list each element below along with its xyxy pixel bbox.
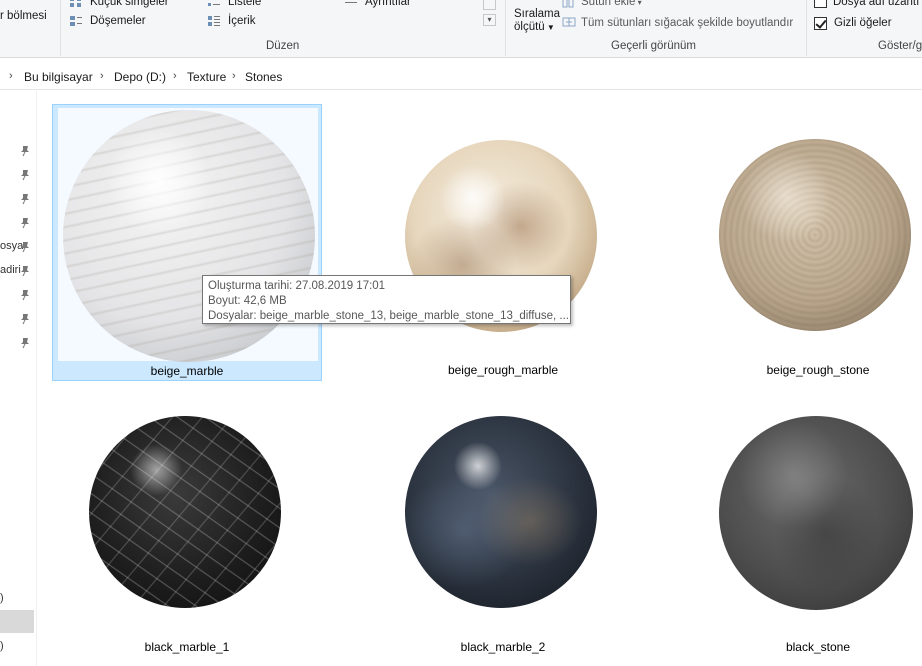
small-icons-option[interactable]: Küçük simgeler — [90, 0, 169, 8]
ribbon-separator — [505, 0, 506, 56]
tiles-icon — [70, 16, 82, 26]
hidden-items-checkbox[interactable] — [814, 17, 827, 30]
file-name: beige_rough_marble — [447, 363, 559, 377]
breadcrumb-drive[interactable]: Depo (D:) — [114, 70, 166, 84]
ribbon-separator — [60, 0, 61, 56]
small-icons-icon — [70, 0, 81, 7]
navigation-pane-button[interactable]: r bölmesi — [0, 10, 47, 22]
chevron-right-icon: › — [9, 70, 13, 82]
show-hide-group-label: Göster/gi — [878, 40, 922, 52]
file-tile-black-stone[interactable]: black_stone — [683, 381, 922, 658]
file-tile-black-marble-2[interactable]: black_marble_2 — [368, 381, 638, 658]
beige-marble-thumbnail — [63, 110, 315, 362]
file-name: black_stone — [785, 640, 851, 654]
add-columns-icon — [562, 0, 574, 8]
file-tile-black-marble-1[interactable]: black_marble_1 — [52, 381, 322, 658]
sort-by-button[interactable]: Sıralama — [514, 8, 560, 20]
beige-rough-stone-thumbnail — [719, 139, 911, 331]
details-icon — [345, 2, 357, 3]
hidden-items-label: Gizli öğeler — [834, 17, 892, 29]
pin-icon — [21, 338, 29, 349]
chevron-down-icon: ▾ — [635, 0, 642, 7]
file-tile-beige-rough-marble[interactable]: beige_rough_marble — [368, 104, 638, 381]
pin-icon — [21, 218, 29, 229]
ribbon: r bölmesi Küçük simgeler Döşemeler Liste… — [0, 0, 922, 58]
chevron-down-icon: ▼ — [544, 23, 555, 32]
pin-icon — [21, 170, 29, 181]
address-bar[interactable]: › Bu bilgisayar › Depo (D:) › Texture › … — [0, 64, 922, 90]
tooltip-created-date: Oluşturma tarihi: 27.08.2019 17:01 — [208, 280, 386, 292]
file-name: black_marble_2 — [460, 640, 546, 654]
pin-icon — [21, 242, 29, 253]
sort-by-label: ölçütü — [514, 21, 545, 33]
black-marble-2-thumbnail — [405, 416, 597, 608]
add-columns-label: Sütun ekle — [581, 0, 636, 8]
file-info-tooltip: Oluşturma tarihi: 27.08.2019 17:01 Boyut… — [202, 275, 571, 324]
content-icon — [208, 16, 220, 26]
breadcrumb-stones[interactable]: Stones — [245, 70, 282, 84]
file-tile-beige-marble[interactable]: beige_marble — [52, 104, 322, 381]
nav-item-label[interactable]: ) — [0, 592, 4, 604]
pin-icon — [21, 266, 29, 277]
file-name: beige_rough_stone — [766, 363, 870, 377]
tooltip-size: Boyut: 42,6 MB — [208, 295, 287, 307]
fit-columns-icon — [562, 17, 576, 27]
details-option[interactable]: Ayrıntılar — [365, 0, 411, 8]
content-option[interactable]: İçerik — [228, 15, 255, 27]
pin-icon — [21, 146, 29, 157]
layout-group-label: Düzen — [266, 40, 300, 52]
nav-item-label[interactable]: ) — [0, 640, 4, 652]
fit-columns-button[interactable]: Tüm sütunları sığacak şekilde boyutlandı… — [581, 17, 793, 29]
black-stone-thumbnail — [719, 416, 913, 610]
file-tile-beige-rough-stone[interactable]: beige_rough_stone — [683, 104, 922, 381]
tiles-option[interactable]: Döşemeler — [90, 15, 146, 27]
pin-icon — [21, 194, 29, 205]
breadcrumb-texture[interactable]: Texture — [187, 70, 226, 84]
current-view-group-label: Geçerli görünüm — [611, 40, 697, 52]
chevron-right-icon: › — [173, 70, 177, 82]
pin-icon — [21, 314, 29, 325]
layout-more-button[interactable]: ▾ — [483, 14, 496, 26]
list-option[interactable]: Listele — [228, 0, 261, 8]
chevron-right-icon: › — [232, 70, 236, 82]
list-icon — [208, 3, 220, 6]
ribbon-separator — [806, 0, 807, 56]
file-extensions-checkbox[interactable] — [814, 0, 827, 8]
layout-scroll-up-button[interactable] — [483, 0, 496, 10]
black-marble-1-thumbnail — [89, 416, 281, 608]
tooltip-files: Dosyalar: beige_marble_stone_13, beige_m… — [208, 310, 570, 322]
breadcrumb-this-pc[interactable]: Bu bilgisayar — [24, 70, 93, 84]
add-columns-button[interactable]: Sütun ekle ▾ — [581, 0, 642, 8]
nav-item-label[interactable]: adiri — [0, 264, 21, 276]
file-name: beige_marble — [150, 364, 224, 378]
nav-item-selected[interactable] — [0, 610, 34, 633]
pin-icon — [21, 290, 29, 301]
file-name: black_marble_1 — [144, 640, 230, 654]
sort-by-button-line2[interactable]: ölçütü ▼ — [514, 21, 555, 33]
file-extensions-label: Dosya adı uzantı — [833, 0, 920, 8]
navigation-pane: osya adiri ) ) — [0, 91, 37, 666]
chevron-right-icon: › — [100, 70, 104, 82]
